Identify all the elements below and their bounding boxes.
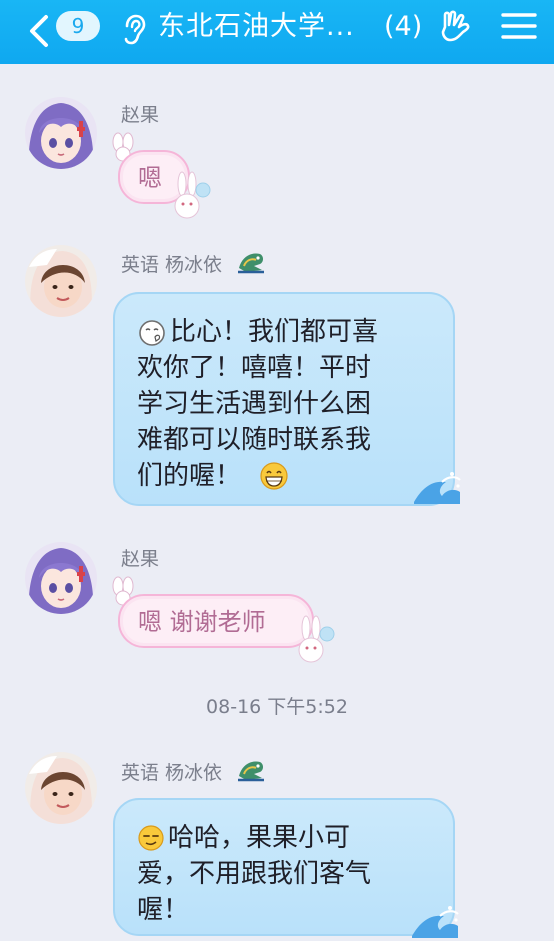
message-line: 爱，不用跟我们客气 <box>137 859 372 889</box>
back-chevron-icon[interactable] <box>28 14 50 48</box>
message-text: 哈哈，果果小可 <box>168 823 351 853</box>
sender-name: 赵果 <box>121 104 160 126</box>
message-line: 们的喔！ <box>137 458 437 494</box>
message-bubble[interactable]: 哈哈，果果小可 爱，不用跟我们客气 喔！ <box>113 798 455 936</box>
avatar[interactable] <box>25 97 97 169</box>
timestamp: 08-16 下午5:52 <box>206 696 348 718</box>
message-text: 比心！我们都可喜 <box>170 317 379 347</box>
message-bubble[interactable]: 嗯 谢谢老师 <box>118 594 314 648</box>
avatar[interactable] <box>25 752 97 824</box>
chat-header: 9 东北石油大学... (4) <box>0 0 554 64</box>
bunny-decoration-icon <box>174 171 211 219</box>
ear-icon[interactable] <box>122 14 146 46</box>
wave-decoration-icon <box>414 472 461 504</box>
hand-gesture-icon[interactable] <box>437 7 475 45</box>
chat-title[interactable]: 东北石油大学... <box>158 8 355 46</box>
message-line: 比心！我们都可喜 <box>137 314 437 350</box>
wave-decoration-icon <box>412 906 459 938</box>
member-count[interactable]: (4) <box>384 8 422 46</box>
unread-count-badge[interactable]: 9 <box>56 11 100 41</box>
avatar[interactable] <box>25 542 97 614</box>
message-bubble[interactable]: 比心！我们都可喜 欢你了！嘻嘻！平时 学习生活遇到什么困 难都可以随时联系我 们… <box>113 292 455 506</box>
smirk-emoji-icon <box>138 825 164 851</box>
sender-name: 赵果 <box>121 548 160 570</box>
message-line: 欢你了！嘻嘻！平时 <box>137 353 372 383</box>
bunny-decoration-icon <box>298 615 335 663</box>
message-text: 们的喔！ <box>137 461 242 491</box>
menu-icon[interactable] <box>500 11 538 41</box>
avatar[interactable] <box>25 245 97 317</box>
sender-name: 英语 杨冰依 <box>121 762 223 784</box>
message-line: 学习生活遇到什么困 <box>137 389 372 419</box>
heart-hands-emoji-icon <box>139 320 165 346</box>
message-line: 喔！ <box>137 895 190 925</box>
message-line: 难都可以随时联系我 <box>137 425 372 455</box>
dragon-badge-icon <box>238 761 264 782</box>
dragon-badge-icon <box>238 253 264 274</box>
sender-name: 英语 杨冰依 <box>121 254 223 276</box>
grin-emoji-icon <box>260 462 288 490</box>
message-line: 哈哈，果果小可 <box>137 820 437 856</box>
